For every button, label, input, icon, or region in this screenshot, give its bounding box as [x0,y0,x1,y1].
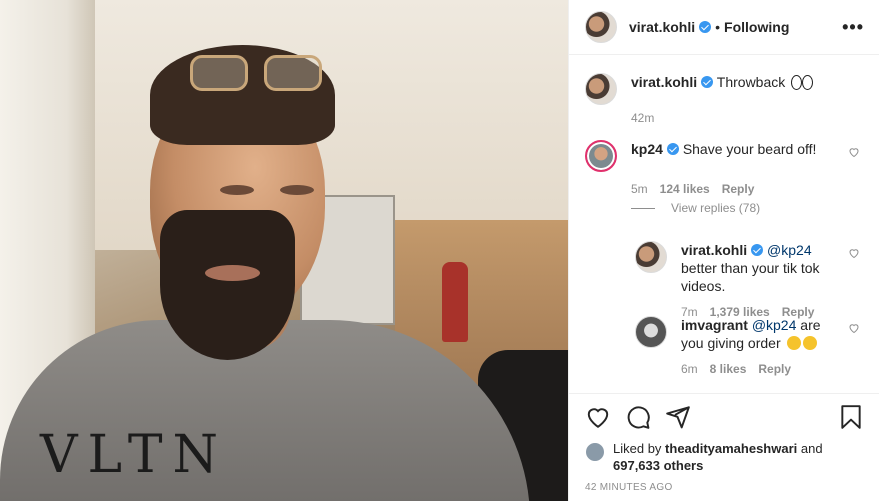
heart-icon[interactable] [585,404,611,430]
following-button[interactable]: Following [724,19,789,35]
comment-icon[interactable] [625,404,651,430]
caption-text: Throwback [716,74,786,90]
reply-avatar[interactable] [635,316,667,348]
laughing-emoji-icon [802,336,817,350]
comment-like-heart-icon[interactable] [848,146,860,158]
liker-avatar[interactable] [585,442,605,462]
sweater-print: VLTN [40,425,229,485]
reply-avatar[interactable] [635,241,667,273]
reply-like-heart-icon[interactable] [848,247,860,259]
laughing-emoji-icon [786,336,801,350]
caption-avatar[interactable] [585,73,617,105]
verified-badge-icon [666,143,679,155]
sunglasses [190,55,330,95]
liked-by-summary: Liked by theadityamaheshwari and 697,633… [585,440,853,474]
post-timestamp[interactable]: 42 MINUTES AGO [585,482,673,493]
mouth [205,265,260,281]
left-eye [220,185,254,195]
likes-count[interactable]: 697,633 others [613,458,703,473]
reply-text: better than your tik tok videos. [681,260,820,294]
comment-item: kp24 Shave your beard off! 5m 124 likes … [585,140,879,196]
commenter-username[interactable]: kp24 [631,141,663,157]
instagram-post: VLTN virat.kohli • Following ••• virat.k… [0,0,879,501]
view-replies-button[interactable]: View replies (78) [631,201,760,215]
liked-by-user[interactable]: theadityamaheshwari [665,441,797,456]
reply-time: 6m [681,362,698,376]
reply-username[interactable]: virat.kohli [681,242,747,258]
separator-dot: • [715,19,721,35]
reply-reply-button[interactable]: Reply [758,362,791,376]
reply-likes[interactable]: 8 likes [710,362,747,376]
verified-badge-icon [751,244,764,256]
reply-mention[interactable]: @kp24 [752,317,797,333]
liked-by-and: and [800,441,823,456]
author-avatar[interactable] [585,11,617,43]
commenter-avatar[interactable] [585,140,617,172]
reply-username[interactable]: imvagrant [681,317,748,333]
verified-badge-icon [701,76,714,88]
post-photo[interactable]: VLTN [0,0,568,501]
post-side-panel: virat.kohli • Following ••• virat.kohli … [568,0,879,501]
comment-text: Shave your beard off! [682,141,817,157]
beard [160,210,295,360]
caption: virat.kohli Throwback 42m [585,73,879,125]
liked-by-prefix: Liked by [613,441,662,456]
reply-mention[interactable]: @kp24 [767,242,812,258]
reply-like-heart-icon[interactable] [848,322,860,334]
comment-time: 5m [631,182,648,196]
comment-reply-button[interactable]: Reply [722,182,755,196]
share-icon[interactable] [665,404,691,430]
comments-list[interactable]: virat.kohli Throwback 42m kp24 Shave you… [569,55,879,393]
right-eye [280,185,314,195]
reply-item: imvagrant @kp24 are you giving order 6m … [635,316,879,376]
comment-likes[interactable]: 124 likes [660,182,710,196]
action-icon-group [585,404,691,430]
view-replies-line [631,207,655,209]
view-replies-label: View replies (78) [671,201,761,215]
caption-username[interactable]: virat.kohli [631,74,697,90]
verified-badge-icon [699,21,712,33]
bookmark-icon[interactable] [838,404,864,430]
more-options-icon[interactable]: ••• [842,17,864,38]
background-bottle [442,262,468,342]
eyes-emoji-icon [791,75,814,90]
post-actions: Liked by theadityamaheshwari and 697,633… [569,393,879,501]
post-header: virat.kohli • Following ••• [569,0,879,55]
caption-time: 42m [631,111,655,125]
author-username[interactable]: virat.kohli [629,19,695,35]
reply-item: virat.kohli @kp24 better than your tik t… [635,241,879,319]
